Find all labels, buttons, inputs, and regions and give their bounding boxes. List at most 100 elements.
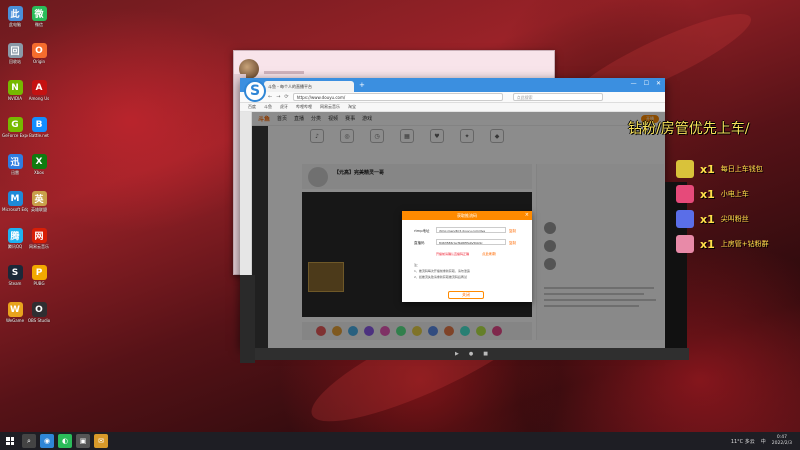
desktop-icon[interactable]: 回回收站: [4, 43, 26, 64]
back-window-edge: [240, 275, 255, 363]
app-icon: X: [31, 154, 47, 169]
desktop-icon-area: 此此电脑回回收站 NNVIDIA GGeForce Experience 迅迅雷 MMi…: [0, 0, 100, 425]
taskbar-app-icon[interactable]: ▣: [76, 434, 90, 448]
app-icon: W: [7, 302, 23, 317]
desktop-icon[interactable]: S Steam: [4, 265, 26, 286]
desktop-icon[interactable]: 微微信: [28, 6, 50, 27]
address-bar-row: ← → ⟳ https://www.douyu.com/ 点此搜索: [240, 92, 665, 103]
browser-titlebar: 斗鱼 - 每个人的直播平台 + — ☐ ✕: [240, 78, 665, 92]
desktop-icon[interactable]: B Battle.net: [28, 117, 50, 138]
dark-side-panel: [665, 182, 687, 352]
app-icon: M: [7, 191, 23, 206]
overlay-label: 尖叫粉丝: [720, 215, 749, 223]
bookmark-item[interactable]: 网易云音乐: [320, 104, 340, 110]
desktop-icon-label: Origin: [32, 59, 46, 64]
desktop-icon-label: Among Us: [28, 96, 50, 101]
desktop-icon[interactable]: P PUBG: [28, 265, 50, 286]
desktop-icon-label: Xbox: [34, 170, 44, 175]
copy-code-link[interactable]: 复制: [509, 241, 516, 246]
desktop-icon[interactable]: 迅迅雷: [4, 154, 26, 175]
input-language[interactable]: 中: [761, 438, 766, 445]
overlay-multiplier: x1: [700, 162, 715, 176]
gift-badge-icon: [676, 160, 694, 178]
bookmark-item[interactable]: 淘宝: [348, 104, 356, 110]
clock[interactable]: 0:47 2022/2/3: [772, 435, 792, 447]
desktop-icon[interactable]: A Among Us: [28, 80, 50, 101]
desktop-icon[interactable]: 腾腾讯QQ: [4, 228, 26, 249]
gift-badge-icon: [676, 235, 694, 253]
desktop-icon[interactable]: 网网易云音乐: [28, 228, 50, 249]
desktop-icon[interactable]: 英英雄联盟: [28, 191, 50, 212]
app-icon: 回: [7, 43, 23, 58]
back-window-line: [264, 71, 304, 74]
desktop-icon[interactable]: O OBS Studio: [28, 302, 50, 323]
back-arrow-icon[interactable]: ←: [268, 94, 272, 100]
desktop-icon-label: 回收站: [9, 59, 21, 64]
rtmp-url-field[interactable]: rtmp://sendtc3.douyu.com/live: [436, 227, 506, 233]
modal-close-icon[interactable]: ×: [525, 212, 529, 218]
refresh-code-link[interactable]: 点此刷新: [482, 252, 496, 257]
browser-logo-icon[interactable]: S: [244, 80, 266, 102]
stream-key-modal: 获取推流码 × rtmp地址 rtmp://sendtc3.douyu.com/…: [402, 211, 532, 302]
copy-rtmp-link[interactable]: 复制: [509, 229, 516, 234]
app-icon: 腾: [7, 228, 23, 243]
desktop-icon-label: OBS Studio: [27, 318, 51, 323]
modal-title: 获取推流码: [457, 212, 477, 218]
desktop-icon-label: Microsoft Edge: [2, 207, 28, 212]
desktop-icon-label: GeForce Experience: [2, 133, 28, 138]
minimize-icon[interactable]: —: [631, 80, 637, 87]
desktop-icon[interactable]: GGeForce Experience: [2, 117, 28, 138]
url-input[interactable]: https://www.douyu.com/: [292, 93, 503, 101]
overlay-row: x1 每日上车钱包: [676, 160, 763, 178]
overlay-title: 钻粉/房管优先上车/: [628, 121, 750, 137]
app-icon: 微: [31, 6, 47, 21]
start-button[interactable]: [2, 432, 18, 450]
close-modal-button[interactable]: 关闭: [448, 291, 484, 299]
taskbar-app-icon[interactable]: ⌕: [22, 434, 36, 448]
warning-text: 开播前请确认直播码正确: [436, 252, 470, 256]
stream-code-field[interactable]: 8463586rGvfbzREPa9v5bb9c: [436, 239, 506, 245]
desktop-icon[interactable]: MMicrosoft Edge: [2, 191, 28, 212]
desktop-icon[interactable]: N NVIDIA: [4, 80, 26, 101]
weather-text[interactable]: 11°C 多云: [731, 438, 755, 445]
desktop-icon[interactable]: W WeGame: [4, 302, 26, 323]
bookmark-item[interactable]: 百度: [248, 104, 256, 110]
new-tab-icon[interactable]: +: [359, 81, 365, 89]
stop-icon[interactable]: ■: [483, 351, 488, 357]
desktop-icon[interactable]: X Xbox: [28, 154, 50, 175]
web-page: 斗鱼 首页 直播 分类 视频 赛事 游戏 开播 ♪ ◎ ◷ ▦ ♥ ✦ ◆ 【元高】完美精灵一哥 获取推…: [252, 112, 665, 348]
overlay-label: 上房管+钻粉群: [720, 240, 769, 248]
taskbar-app-icon[interactable]: ◐: [58, 434, 72, 448]
app-icon: 英: [31, 191, 47, 206]
desktop-icon[interactable]: 此此电脑: [4, 6, 26, 27]
refresh-icon[interactable]: ⟳: [284, 94, 288, 100]
desktop-icon-label: 微信: [35, 22, 43, 27]
modal-header: 获取推流码 ×: [402, 211, 532, 220]
play-icon[interactable]: ▶: [455, 351, 459, 357]
app-icon: B: [31, 117, 47, 132]
browser-tab[interactable]: 斗鱼 - 每个人的直播平台: [264, 81, 354, 92]
search-input[interactable]: 点此搜索: [512, 93, 603, 101]
system-tray: 11°C 多云 中 0:47 2022/2/3: [731, 435, 800, 447]
app-icon: 此: [7, 6, 23, 21]
overlay-row: x1 上房管+钻粉群: [676, 235, 769, 253]
desktop-icon-label: 此电脑: [9, 22, 21, 27]
app-icon: P: [31, 265, 47, 280]
desktop-icon[interactable]: O Origin: [28, 43, 50, 64]
close-icon[interactable]: ✕: [656, 80, 661, 87]
overlay-label: 小电上车: [720, 190, 749, 198]
maximize-icon[interactable]: ☐: [644, 80, 649, 87]
bookmark-item[interactable]: 虎牙: [280, 104, 288, 110]
app-icon: O: [31, 302, 47, 317]
bookmark-item[interactable]: 哔哩哔哩: [296, 104, 312, 110]
app-icon: 网: [31, 228, 47, 243]
bookmark-item[interactable]: 斗鱼: [264, 104, 272, 110]
taskbar-app-icon[interactable]: ◉: [40, 434, 54, 448]
overlay-label: 每日上车钱包: [720, 165, 763, 173]
taskbar-app-icon[interactable]: ✉: [94, 434, 108, 448]
record-icon[interactable]: ●: [469, 351, 473, 357]
forward-arrow-icon[interactable]: →: [276, 94, 280, 100]
browser-window[interactable]: 斗鱼 - 每个人的直播平台 + — ☐ ✕ S ← → ⟳ https://ww…: [240, 78, 665, 348]
desktop-icon-label: 网易云音乐: [29, 244, 49, 249]
desktop-icon-label: 英雄联盟: [31, 207, 47, 212]
